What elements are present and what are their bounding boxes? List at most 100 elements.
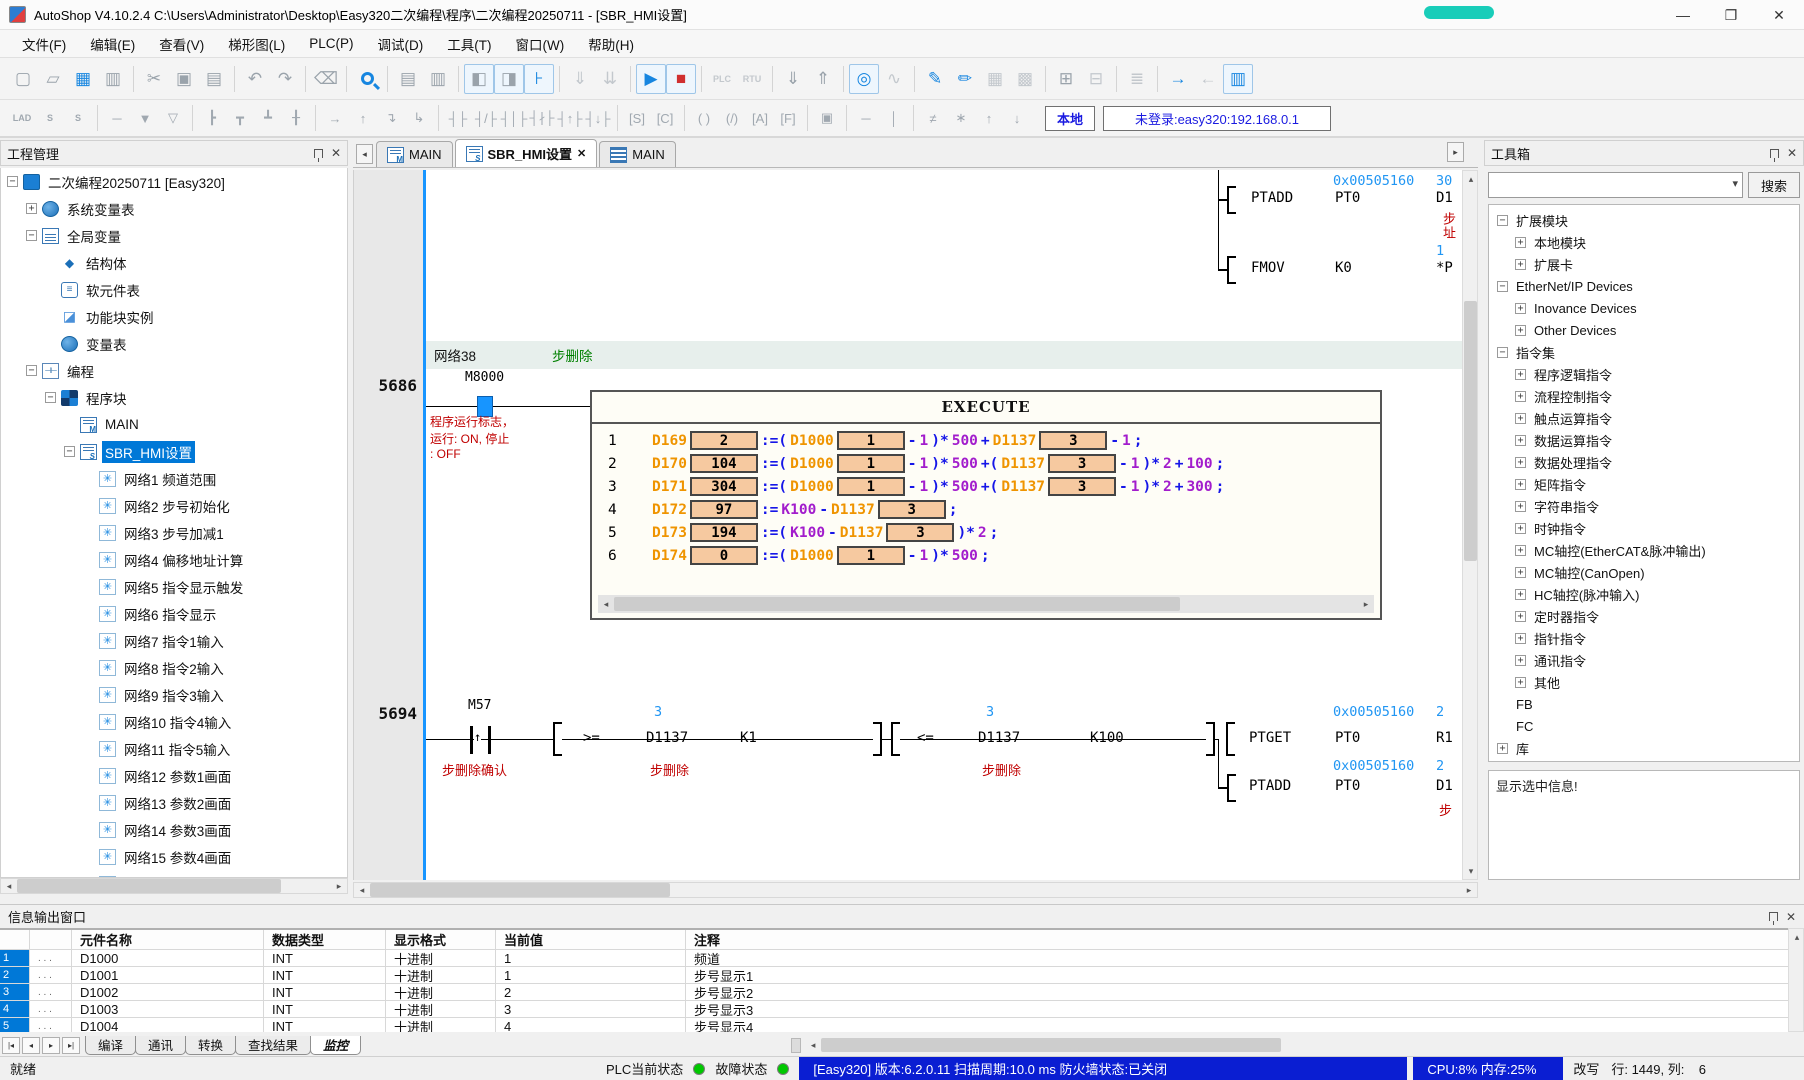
execute-block[interactable]: EXECUTE 1D1692:=(D10001-1)*500+D11373-1;… xyxy=(590,390,1382,620)
tree-item[interactable]: −程序块 xyxy=(1,384,347,411)
editor-hscrollbar[interactable]: ◂ ▸ xyxy=(353,882,1478,898)
network-header[interactable]: 网络38 步删除 xyxy=(426,341,1462,369)
expander-icon[interactable]: − xyxy=(26,365,37,376)
compare-constant[interactable]: K100 xyxy=(1090,730,1124,746)
contact-rising-button[interactable]: ┤↑├ xyxy=(556,105,584,131)
arrow-up-button[interactable]: ↑ xyxy=(349,105,377,131)
expander-icon[interactable]: + xyxy=(1515,369,1526,380)
compare-operator[interactable]: <= xyxy=(917,730,934,746)
tree-item[interactable]: 网络13 参数2画面 xyxy=(1,789,347,816)
pin-icon[interactable] xyxy=(314,149,323,158)
window-cascade-button[interactable]: ◧ xyxy=(464,64,494,94)
corner-up-button[interactable]: ↳ xyxy=(405,105,433,131)
scroll-thumb[interactable] xyxy=(614,597,1180,611)
scroll-right-icon[interactable]: ▸ xyxy=(1461,882,1477,898)
scroll-thumb[interactable] xyxy=(370,883,670,897)
scroll-down-icon[interactable]: ▾ xyxy=(1463,863,1479,879)
menu-item-8[interactable]: 窗口(W) xyxy=(504,30,577,58)
instruction-name[interactable]: FMOV xyxy=(1251,260,1285,276)
jump-out-button[interactable]: ← xyxy=(1193,64,1223,94)
expander-icon[interactable]: + xyxy=(1515,567,1526,578)
instruction-target[interactable]: *P xyxy=(1436,260,1453,276)
tree-item[interactable]: 网络16 参数5画面 xyxy=(1,870,347,878)
column-header[interactable]: 注释 xyxy=(686,930,1804,949)
scroll-up-icon[interactable]: ▴ xyxy=(1463,171,1479,187)
project-tree-hscrollbar[interactable]: ◂ ▸ xyxy=(0,878,348,894)
rtu-mode-button[interactable]: RTU xyxy=(737,64,767,94)
draw-hline-button[interactable]: ─ xyxy=(103,105,131,131)
tree-item[interactable]: 功能块实例 xyxy=(1,303,347,330)
expander-icon[interactable]: + xyxy=(1515,611,1526,622)
pin-icon[interactable] xyxy=(1770,149,1779,158)
tree-item[interactable]: −指令集 xyxy=(1489,341,1799,363)
compare-device[interactable]: D1137 xyxy=(646,730,688,746)
watch-row[interactable]: 5. . .D1004INT十进制4步号显示4 xyxy=(0,1018,1804,1032)
execute-hscrollbar[interactable]: ◂ ▸ xyxy=(598,595,1374,613)
tree-item[interactable]: 网络11 指令5输入 xyxy=(1,735,347,762)
new-file-button[interactable]: ▢ xyxy=(8,64,38,94)
browse-cell[interactable]: . . . xyxy=(30,967,72,983)
tree-item[interactable]: −扩展模块 xyxy=(1489,209,1799,231)
expander-icon[interactable]: + xyxy=(1497,743,1508,754)
login-status-button[interactable]: 未登录:easy320:192.168.0.1 xyxy=(1103,106,1331,131)
editor-vscrollbar[interactable]: ▴ ▾ xyxy=(1462,170,1478,880)
delete-line-button[interactable]: ≠ xyxy=(919,105,947,131)
watch-row[interactable]: 2. . .D1001INT十进制1步号显示1 xyxy=(0,967,1804,984)
menu-item-2[interactable]: 编辑(E) xyxy=(78,30,147,58)
hline-tool-button[interactable]: ─ xyxy=(852,105,880,131)
expander-icon[interactable]: + xyxy=(1515,413,1526,424)
instruction-block-button[interactable]: ▣ xyxy=(813,105,841,131)
output-tab-通讯[interactable]: 通讯 xyxy=(135,1036,186,1055)
expander-icon[interactable]: − xyxy=(26,230,37,241)
close-panel-icon[interactable]: ✕ xyxy=(331,146,341,160)
next-tab-icon[interactable]: ▸ xyxy=(42,1037,60,1054)
tree-item[interactable]: +数据处理指令 xyxy=(1489,451,1799,473)
open-file-button[interactable]: ▱ xyxy=(38,64,68,94)
jump-in-button[interactable]: → xyxy=(1163,64,1193,94)
watch-table-hscrollbar[interactable]: ◂ xyxy=(805,1037,1804,1053)
browse-cell[interactable]: . . . xyxy=(30,984,72,1000)
close-panel-icon[interactable]: ✕ xyxy=(1786,910,1796,924)
expander-icon[interactable]: + xyxy=(1515,501,1526,512)
tree-item[interactable]: +程序逻辑指令 xyxy=(1489,363,1799,385)
editor-tab-MAIN[interactable]: MAIN xyxy=(599,141,676,167)
close-button[interactable]: ✕ xyxy=(1756,0,1802,30)
tree-item[interactable]: MAIN xyxy=(1,411,347,438)
coil-not-button[interactable]: (/) xyxy=(718,105,746,131)
editor-tab-SBR_HMI设置[interactable]: SBR_HMI设置✕ xyxy=(455,139,598,167)
window-export-button[interactable]: ◨ xyxy=(494,64,524,94)
menu-item-6[interactable]: 调试(D) xyxy=(366,30,436,58)
branch-cross-button[interactable]: ╂ xyxy=(282,105,310,131)
expander-icon[interactable]: + xyxy=(1515,391,1526,402)
tree-item[interactable]: +字符串指令 xyxy=(1489,495,1799,517)
tree-item[interactable]: 结构体 xyxy=(1,249,347,276)
tree-item[interactable]: 变量表 xyxy=(1,330,347,357)
st-line[interactable]: 6D1740:=(D10001-1)*500; xyxy=(592,544,1380,567)
browse-cell[interactable]: . . . xyxy=(30,950,72,966)
sfc-step-2-button[interactable]: S xyxy=(64,105,92,131)
tree-item[interactable]: 软元件表 xyxy=(1,276,347,303)
tree-item[interactable]: 网络12 参数1画面 xyxy=(1,762,347,789)
compare-device[interactable]: D1137 xyxy=(978,730,1020,746)
scroll-thumb[interactable] xyxy=(1464,301,1477,561)
instruction-operand[interactable]: PT0 xyxy=(1335,778,1360,794)
compile-all-button[interactable]: ⇊ xyxy=(595,64,625,94)
corner-down-button[interactable]: ↴ xyxy=(377,105,405,131)
output-tab-转换[interactable]: 转换 xyxy=(185,1036,236,1055)
watch-table-vscrollbar[interactable]: ▴ xyxy=(1788,928,1804,1032)
expander-icon[interactable]: + xyxy=(1515,237,1526,248)
ladder-symbol-button[interactable]: ⊦ xyxy=(524,64,554,94)
count-coil-button[interactable]: [C] xyxy=(651,105,679,131)
branch-up-button[interactable]: ┳ xyxy=(226,105,254,131)
tree-item[interactable]: 网络9 指令3输入 xyxy=(1,681,347,708)
print-preview-button[interactable]: ▥ xyxy=(423,64,453,94)
lad-mode-button[interactable]: LAD xyxy=(8,105,36,131)
tab-close-icon[interactable]: ✕ xyxy=(577,147,586,160)
scroll-left-icon[interactable]: ◂ xyxy=(598,596,614,612)
contact-open-button[interactable]: ┤├ xyxy=(444,105,472,131)
tree-item[interactable]: 网络8 指令2输入 xyxy=(1,654,347,681)
expander-icon[interactable]: + xyxy=(1515,303,1526,314)
expander-icon[interactable]: − xyxy=(1497,215,1508,226)
tab-scroll-left-icon[interactable]: ◂ xyxy=(356,144,373,164)
st-line[interactable]: 2D170104:=(D10001-1)*500+(D11373-1)*2+10… xyxy=(592,452,1380,475)
